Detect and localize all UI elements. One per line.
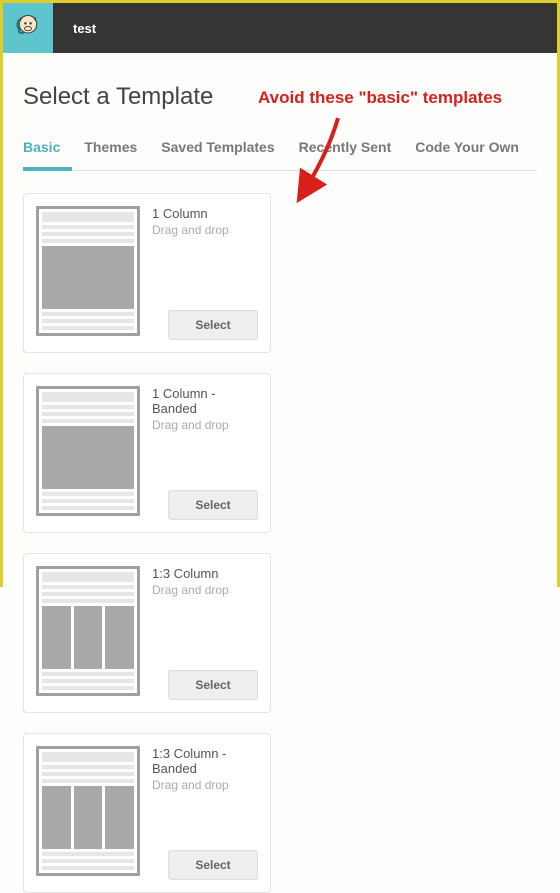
content-area: Select a Template Basic Themes Saved Tem… bbox=[3, 53, 557, 893]
template-thumbnail bbox=[36, 386, 140, 516]
tab-recently-sent[interactable]: Recently Sent bbox=[287, 139, 404, 171]
template-grid: 1 Column Drag and drop Select 1 Column -… bbox=[23, 193, 537, 893]
select-button[interactable]: Select bbox=[168, 670, 258, 700]
brand-label: test bbox=[73, 21, 96, 36]
template-card: 1:3 Column Drag and drop Select bbox=[23, 553, 271, 713]
template-thumbnail bbox=[36, 206, 140, 336]
template-desc: Drag and drop bbox=[152, 583, 258, 597]
mailchimp-icon bbox=[14, 12, 42, 45]
template-name: 1:3 Column bbox=[152, 566, 258, 581]
template-tabs: Basic Themes Saved Templates Recently Se… bbox=[23, 139, 537, 171]
template-desc: Drag and drop bbox=[152, 778, 258, 792]
select-button[interactable]: Select bbox=[168, 850, 258, 880]
select-button[interactable]: Select bbox=[168, 490, 258, 520]
template-name: 1 Column bbox=[152, 206, 258, 221]
template-desc: Drag and drop bbox=[152, 223, 258, 237]
template-thumbnail bbox=[36, 746, 140, 876]
logo-box[interactable] bbox=[3, 3, 53, 53]
template-name: 1:3 Column - Banded bbox=[152, 746, 258, 776]
template-card: 1:3 Column - Banded Drag and drop Select bbox=[23, 733, 271, 893]
template-card: 1 Column - Banded Drag and drop Select bbox=[23, 373, 271, 533]
template-card: 1 Column Drag and drop Select bbox=[23, 193, 271, 353]
top-bar: test bbox=[3, 3, 557, 53]
template-name: 1 Column - Banded bbox=[152, 386, 258, 416]
select-button[interactable]: Select bbox=[168, 310, 258, 340]
tab-saved-templates[interactable]: Saved Templates bbox=[149, 139, 286, 171]
tab-basic[interactable]: Basic bbox=[23, 139, 72, 171]
annotation-text: Avoid these "basic" templates bbox=[258, 88, 502, 108]
tab-themes[interactable]: Themes bbox=[72, 139, 149, 171]
template-thumbnail bbox=[36, 566, 140, 696]
tab-code-your-own[interactable]: Code Your Own bbox=[403, 139, 531, 171]
template-desc: Drag and drop bbox=[152, 418, 258, 432]
